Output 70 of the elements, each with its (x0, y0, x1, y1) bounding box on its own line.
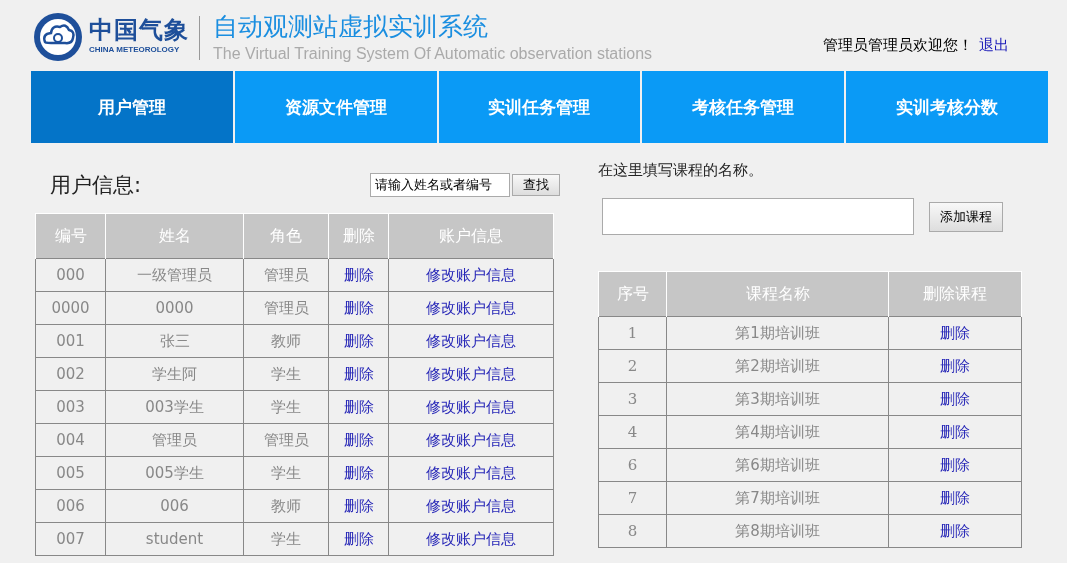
table-cell: 第1期培训班 (666, 316, 889, 350)
column-header: 删除 (328, 213, 389, 259)
table-cell: 7 (598, 481, 667, 515)
nav-tab[interactable]: 用户管理 (31, 71, 233, 143)
table-cell: 0000 (105, 291, 244, 325)
column-header: 删除课程 (888, 271, 1022, 317)
table-cell: 管理员 (243, 258, 329, 292)
add-course-button[interactable]: 添加课程 (929, 201, 1003, 232)
column-header: 角色 (243, 213, 329, 259)
delete-link[interactable]: 删除 (940, 488, 970, 507)
table-cell: 教师 (243, 489, 329, 523)
section-title: 用户信息: (50, 172, 142, 199)
table-cell: 张三 (105, 324, 244, 358)
course-hint: 在这里填写课程的名称。 (598, 161, 764, 180)
table-cell: 管理员 (243, 291, 329, 325)
column-header: 序号 (598, 271, 667, 317)
table-cell: 006 (35, 489, 106, 523)
table-cell: 管理员 (105, 423, 244, 457)
delete-link[interactable]: 删除 (940, 521, 970, 540)
logo-text: 中国气象 (89, 16, 189, 44)
table-cell: 学生 (243, 456, 329, 490)
table-cell: 1 (598, 316, 667, 350)
logo-emblem-icon (33, 12, 83, 62)
table-cell: 教师 (243, 324, 329, 358)
table-cell: 006 (105, 489, 244, 523)
table-cell: 007 (35, 522, 106, 556)
logo-subtext: CHINA METEOROLOGY (89, 44, 181, 56)
table-cell: 第4期培训班 (666, 415, 889, 449)
table-cell: 管理员 (243, 423, 329, 457)
course-name-field[interactable] (602, 198, 914, 235)
table-cell: 000 (35, 258, 106, 292)
table-cell: 8 (598, 514, 667, 548)
table-cell: 005 (35, 456, 106, 490)
delete-link[interactable]: 删除 (940, 422, 970, 441)
column-header: 课程名称 (666, 271, 889, 317)
table-cell: 学生 (243, 390, 329, 424)
column-header: 编号 (35, 213, 106, 259)
table-cell: 第2期培训班 (666, 349, 889, 383)
table-cell: 学生 (243, 522, 329, 556)
table-cell: 第7期培训班 (666, 481, 889, 515)
table-cell: student (105, 522, 244, 556)
table-cell: 004 (35, 423, 106, 457)
table-cell: 001 (35, 324, 106, 358)
system-subtitle: The Virtual Training System Of Automatic observation stations (213, 44, 653, 64)
table-cell: 2 (598, 349, 667, 383)
delete-link[interactable]: 删除 (940, 389, 970, 408)
table-cell: 一级管理员 (105, 258, 244, 292)
welcome-text: 管理员管理员欢迎您！ (823, 36, 973, 55)
delete-link[interactable]: 删除 (940, 356, 970, 375)
table-cell: 4 (598, 415, 667, 449)
table-cell: 学生 (243, 357, 329, 391)
table-cell: 002 (35, 357, 106, 391)
logout-link[interactable]: 退出 (979, 36, 1009, 55)
table-cell: 第6期培训班 (666, 448, 889, 482)
table-cell: 003 (35, 390, 106, 424)
table-cell: 第8期培训班 (666, 514, 889, 548)
table-cell: 3 (598, 382, 667, 416)
column-header: 账户信息 (388, 213, 554, 259)
column-header: 姓名 (105, 213, 244, 259)
table-cell: 第3期培训班 (666, 382, 889, 416)
table-cell: 003学生 (105, 390, 244, 424)
delete-link[interactable]: 删除 (940, 455, 970, 474)
search-button[interactable]: 查找 (512, 174, 560, 196)
table-cell: 0000 (35, 291, 106, 325)
table-cell: 6 (598, 448, 667, 482)
table-cell: 005学生 (105, 456, 244, 490)
system-title: 自动观测站虚拟实训系统 (213, 12, 489, 42)
delete-link[interactable]: 删除 (940, 323, 970, 342)
search-field[interactable]: 请输入姓名或者编号 (370, 173, 510, 197)
table-cell: 学生阿 (105, 357, 244, 391)
